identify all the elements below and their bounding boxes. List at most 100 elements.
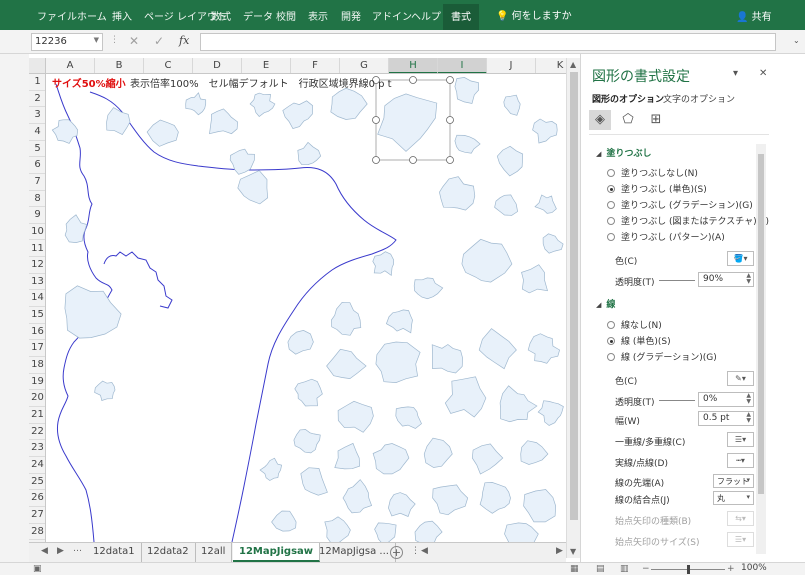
row-header-5[interactable]: 5 — [29, 141, 45, 158]
tab-review[interactable]: 校閲 — [276, 8, 296, 23]
row-header-21[interactable]: 21 — [29, 407, 45, 424]
row-header-16[interactable]: 16 — [29, 324, 45, 341]
formula-input[interactable] — [200, 33, 776, 51]
municipality-shape[interactable] — [503, 94, 521, 116]
size-properties-icon[interactable]: ⊞ — [645, 110, 667, 130]
row-header-24[interactable]: 24 — [29, 457, 45, 474]
zoom-slider-knob[interactable] — [687, 565, 690, 574]
sheet-tab-12mapjigsa2[interactable]: 12MapJigsa ... — [313, 543, 396, 562]
tab-nav-more-icon[interactable]: … — [73, 544, 82, 554]
fill-color-button[interactable]: 🪣▾ — [727, 251, 754, 266]
municipality-shape[interactable] — [331, 301, 362, 336]
municipality-shape[interactable] — [395, 406, 422, 429]
row-header-23[interactable]: 23 — [29, 440, 45, 457]
municipality-shape[interactable] — [439, 176, 476, 211]
municipality-shape[interactable] — [51, 119, 79, 144]
municipality-shape[interactable] — [271, 510, 297, 532]
row-header-1[interactable]: 1 — [29, 74, 45, 91]
add-sheet-icon[interactable]: + — [390, 546, 403, 559]
line-section-header[interactable]: ◢ 線 — [596, 297, 615, 310]
municipality-shape[interactable] — [372, 443, 410, 475]
municipality-shape[interactable] — [229, 148, 255, 175]
row-header-3[interactable]: 3 — [29, 107, 45, 124]
line-solid-radio[interactable]: 線 (単色)(S) — [607, 334, 671, 347]
municipality-shape[interactable] — [496, 145, 524, 177]
row-header-26[interactable]: 26 — [29, 490, 45, 507]
municipality-shape[interactable] — [413, 277, 444, 300]
municipality-shape[interactable] — [537, 400, 564, 426]
row-header-4[interactable]: 4 — [29, 124, 45, 141]
compound-type-button[interactable]: ☰▾ — [727, 432, 754, 447]
row-header-6[interactable]: 6 — [29, 157, 45, 174]
sheet-tab-12data2[interactable]: 12data2 — [141, 543, 196, 562]
column-header-g[interactable]: G — [340, 58, 389, 73]
municipality-shape[interactable] — [471, 443, 504, 475]
column-header-a[interactable]: A — [46, 58, 95, 73]
municipality-shape[interactable] — [532, 118, 558, 144]
pane-options-icon[interactable]: ▾ — [733, 68, 738, 79]
zoom-level[interactable]: 100% — [741, 563, 767, 573]
column-header-i[interactable]: I — [438, 58, 487, 73]
expand-formula-icon[interactable]: ⌄ — [793, 36, 800, 45]
tab-insert[interactable]: 挿入 — [112, 8, 132, 23]
pane-scrollbar[interactable] — [756, 144, 766, 554]
name-box[interactable]: 12236 ▼ — [31, 33, 103, 51]
vertical-scrollbar[interactable]: ▲ ▼ — [566, 58, 580, 558]
row-header-18[interactable]: 18 — [29, 357, 45, 374]
row-header-2[interactable]: 2 — [29, 91, 45, 108]
fill-solid-radio[interactable]: 塗りつぶし (単色)(S) — [607, 182, 707, 195]
cell-a1[interactable]: サイズ50%縮小 — [52, 75, 126, 90]
municipality-shape[interactable] — [527, 333, 561, 364]
line-transparency-slider[interactable] — [659, 400, 695, 401]
municipality-shape[interactable] — [326, 348, 367, 379]
splitter-icon[interactable]: ⋮ — [411, 546, 420, 556]
spinner-icon[interactable]: ▲ ▼ — [746, 412, 751, 424]
scroll-thumb[interactable] — [570, 72, 578, 520]
fill-section-header[interactable]: ◢ 塗りつぶし — [596, 146, 651, 159]
municipality-shape[interactable] — [287, 330, 314, 355]
tab-format[interactable]: 書式 — [443, 4, 479, 30]
tab-file[interactable]: ファイル — [37, 8, 77, 23]
municipality-shape[interactable] — [504, 522, 539, 542]
municipality-shape[interactable] — [454, 134, 481, 154]
line-gradient-radio[interactable]: 線 (グラデーション)(G) — [607, 350, 717, 363]
municipality-shape[interactable] — [542, 233, 564, 254]
municipality-shape[interactable] — [432, 484, 469, 516]
spinner-icon[interactable]: ▲ ▼ — [746, 273, 751, 285]
row-header-17[interactable]: 17 — [29, 340, 45, 358]
municipality-shape[interactable] — [259, 457, 283, 481]
scroll-up-icon[interactable]: ▲ — [570, 60, 576, 69]
row-header-20[interactable]: 20 — [29, 390, 45, 407]
municipality-shape[interactable] — [534, 194, 557, 214]
municipality-shape[interactable] — [294, 378, 323, 407]
column-header-f[interactable]: F — [291, 58, 340, 73]
tab-text-options[interactable]: 文字のオプション — [663, 92, 735, 105]
chevron-down-icon[interactable]: ▼ — [94, 36, 99, 44]
close-icon[interactable]: ✕ — [759, 68, 767, 79]
column-header-b[interactable]: B — [95, 58, 144, 73]
column-header-e[interactable]: E — [242, 58, 291, 73]
row-header-25[interactable]: 25 — [29, 474, 45, 491]
municipality-shape[interactable] — [377, 93, 438, 152]
join-type-select[interactable]: 丸 ▾ — [713, 491, 754, 505]
tab-view[interactable]: 表示 — [308, 8, 328, 23]
municipality-shape[interactable] — [479, 482, 511, 514]
arrow-start-type-button[interactable]: ⇆▾ — [727, 511, 754, 526]
municipality-shape[interactable] — [372, 251, 395, 277]
row-header-12[interactable]: 12 — [29, 257, 45, 274]
municipality-shape[interactable] — [342, 479, 373, 514]
column-header-d[interactable]: D — [193, 58, 242, 73]
hscroll-left-icon[interactable]: ◀ — [421, 546, 428, 556]
pane-scroll-thumb[interactable] — [758, 154, 764, 494]
tab-home[interactable]: ホーム — [77, 8, 107, 23]
tab-developer[interactable]: 開発 — [341, 8, 361, 23]
column-header-c[interactable]: C — [144, 58, 193, 73]
municipality-shape[interactable] — [385, 309, 413, 334]
tab-formulas[interactable]: 数式 — [211, 8, 231, 23]
municipality-shape[interactable] — [324, 516, 351, 542]
fill-gradient-radio[interactable]: 塗りつぶし (グラデーション)(G) — [607, 198, 753, 211]
row-header-11[interactable]: 11 — [29, 241, 45, 258]
drag-handle-icon[interactable]: ⋮ — [110, 35, 119, 45]
municipality-shape[interactable] — [375, 341, 421, 383]
sheet-tab-12mapjigsaw[interactable]: 12MapJigsaw — [233, 543, 321, 562]
